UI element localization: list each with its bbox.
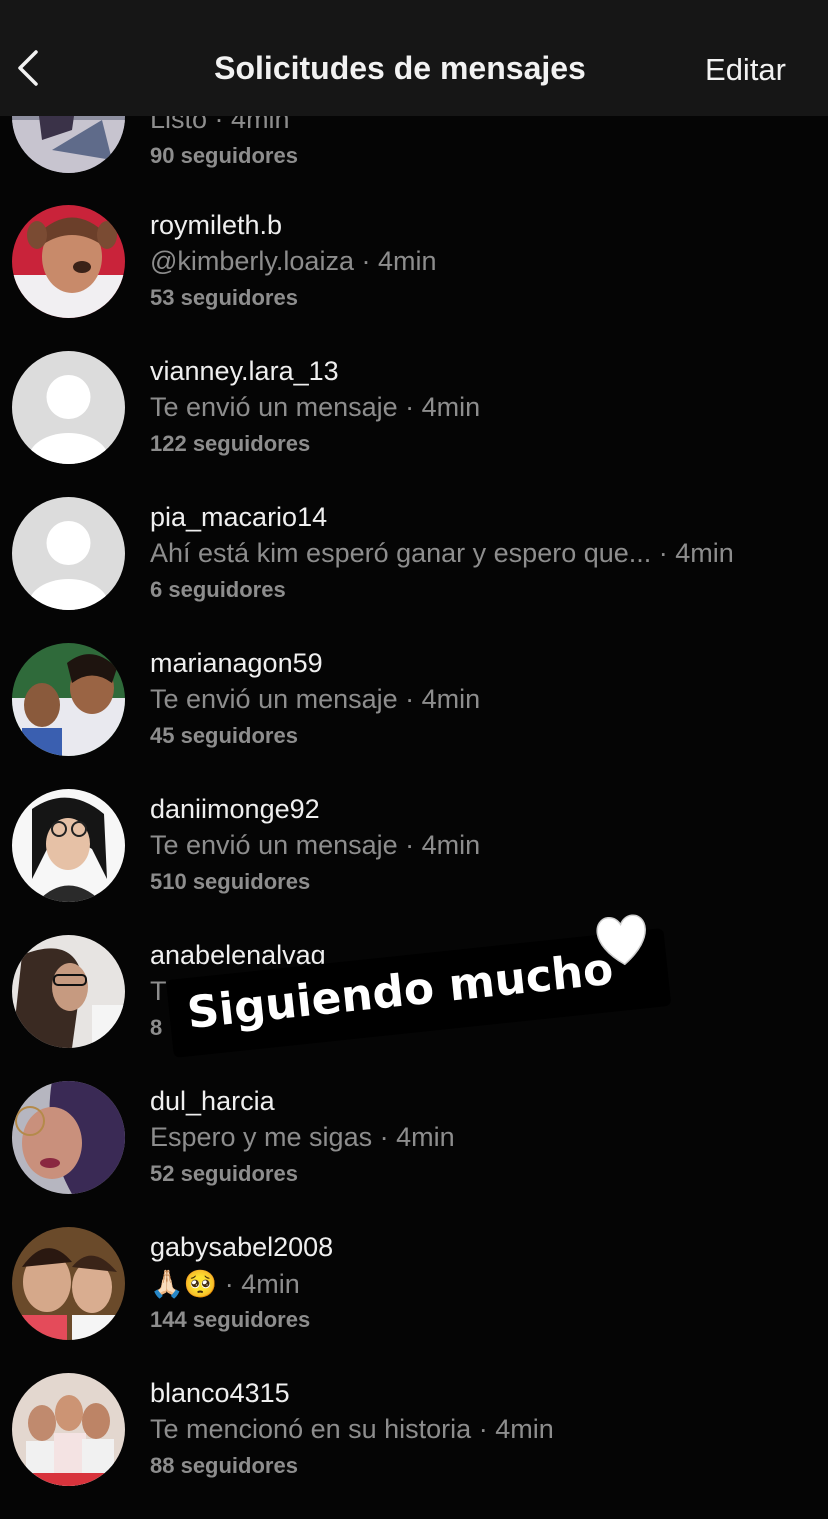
request-username: marianagon59 (150, 648, 323, 678)
request-followers: 510 seguidores (150, 869, 311, 894)
request-followers: 8 (150, 1015, 163, 1040)
request-username: gabysabel2008 (150, 1232, 334, 1262)
request-message: T (150, 976, 167, 1006)
request-message: 🙏🏻🥺 · 4min (150, 1269, 300, 1299)
request-followers: 6 seguidores (150, 577, 286, 602)
request-username: vianney.lara_13 (150, 356, 339, 386)
request-message: Te mencionó en su historia · 4min (150, 1414, 554, 1444)
request-row[interactable]: daniimonge92 Te envió un mensaje · 4min … (0, 789, 828, 935)
request-row[interactable]: gabysabel2008 🙏🏻🥺 · 4min 144 seguidores (0, 1227, 828, 1373)
request-message: @kimberly.loaiza · 4min (150, 246, 437, 276)
avatar (12, 643, 125, 756)
request-message: Te envió un mensaje · 4min (150, 830, 481, 860)
request-row[interactable]: roymileth.b @kimberly.loaiza · 4min 53 s… (0, 205, 828, 351)
avatar (12, 1227, 125, 1340)
request-row[interactable]: dul_harcia Espero y me sigas · 4min 52 s… (0, 1081, 828, 1227)
white-heart-icon (596, 914, 646, 966)
request-followers: 90 seguidores (150, 143, 298, 168)
request-followers: 52 seguidores (150, 1161, 298, 1186)
request-message: Te envió un mensaje · 4min (150, 684, 481, 714)
request-row[interactable]: blanco4315 Te mencionó en su historia · … (0, 1373, 828, 1519)
avatar (12, 935, 125, 1048)
emoji-message: 🙏🏻🥺 (150, 1269, 218, 1299)
request-followers: 45 seguidores (150, 723, 298, 748)
edit-button[interactable]: Editar (705, 52, 786, 88)
request-message: Te envió un mensaje · 4min (150, 392, 481, 422)
avatar (12, 1081, 125, 1194)
request-followers: 122 seguidores (150, 431, 311, 456)
request-row[interactable]: pia_macario14 Ahí está kim esperó ganar … (0, 497, 828, 643)
request-username: dul_harcia (150, 1086, 275, 1116)
request-username: blanco4315 (150, 1378, 290, 1408)
request-message: Ahí está kim esperó ganar y espero que..… (150, 538, 734, 568)
default-avatar-icon (12, 497, 125, 610)
request-username: roymileth.b (150, 210, 283, 240)
avatar (12, 1373, 125, 1486)
avatar (12, 789, 125, 902)
request-row[interactable]: vianney.lara_13 Te envió un mensaje · 4m… (0, 351, 828, 497)
request-message: Espero y me sigas · 4min (150, 1122, 455, 1152)
top-navigation-bar: Solicitudes de mensajes Editar (0, 0, 828, 116)
page-title: Solicitudes de mensajes (214, 50, 586, 86)
request-followers: 144 seguidores (150, 1307, 311, 1332)
request-row[interactable]: marianagon59 Te envió un mensaje · 4min … (0, 643, 828, 789)
request-username: daniimonge92 (150, 794, 320, 824)
request-username: pia_macario14 (150, 502, 328, 532)
request-followers: 53 seguidores (150, 285, 298, 310)
request-followers: 88 seguidores (150, 1453, 298, 1478)
default-avatar-icon (12, 351, 125, 464)
avatar (12, 205, 125, 318)
